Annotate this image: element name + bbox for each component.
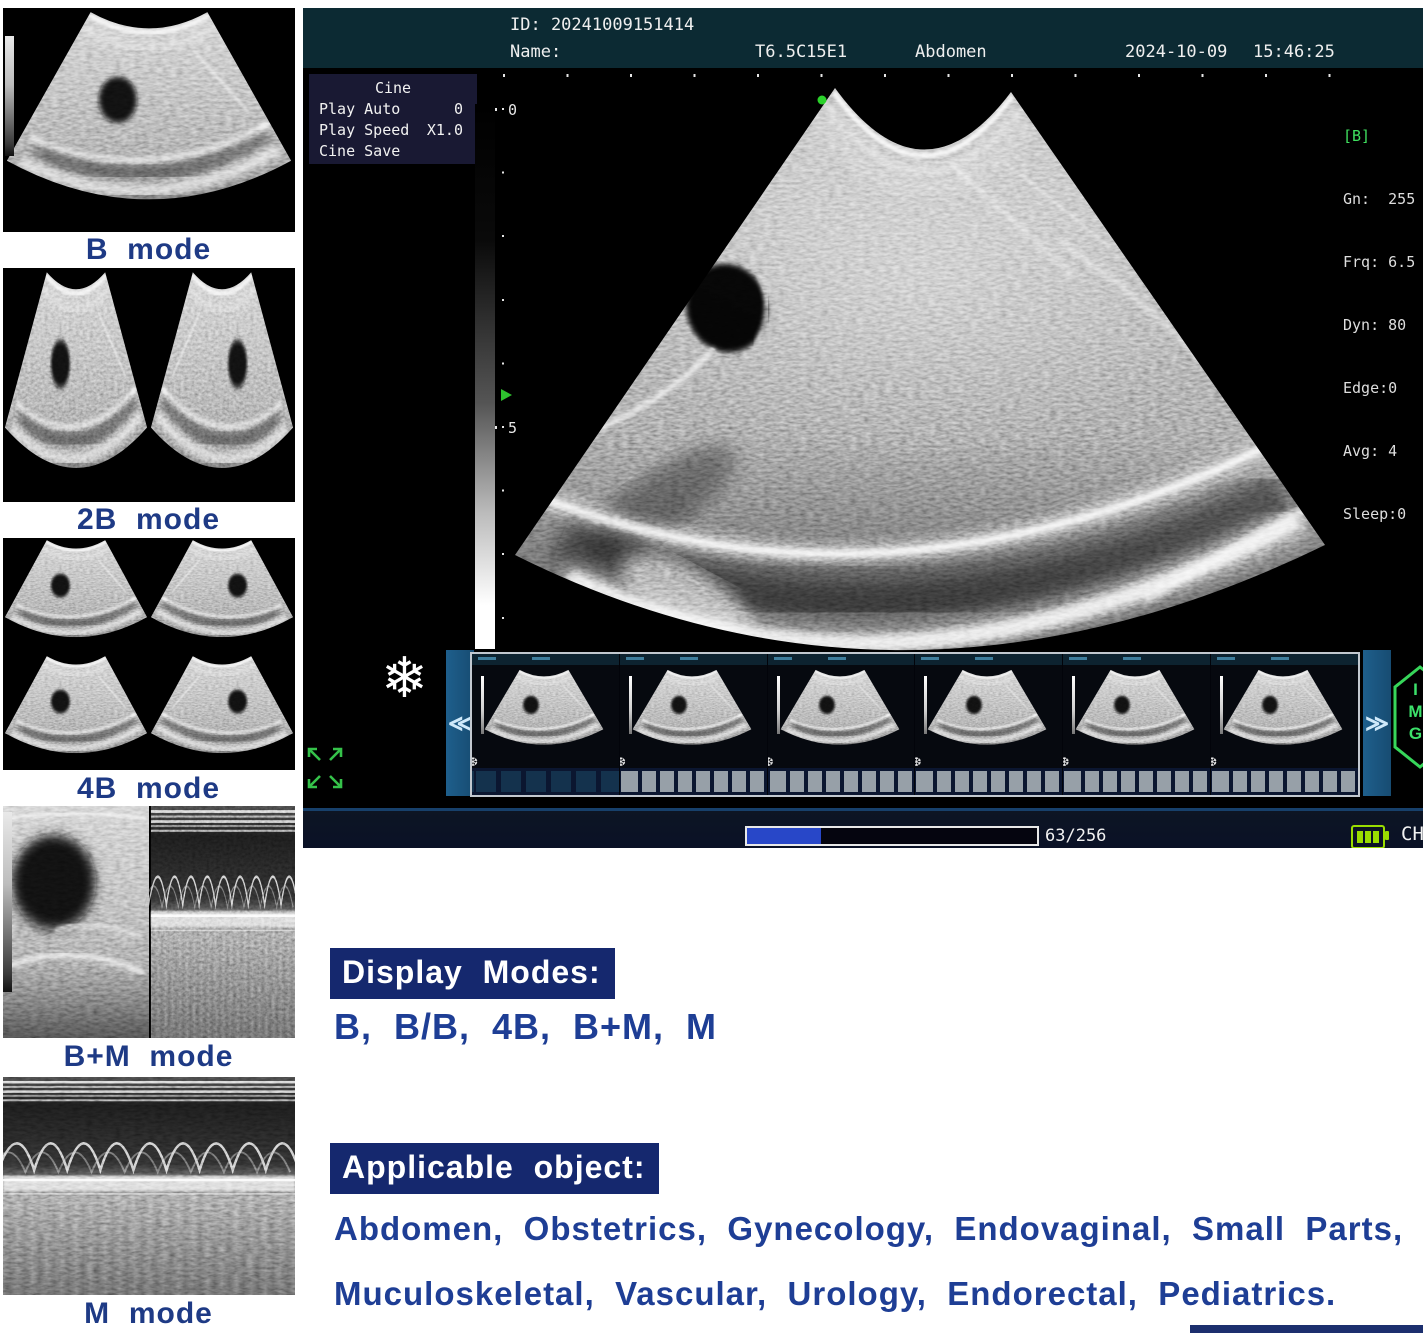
- status-bar: 63/256 CH: [303, 808, 1423, 848]
- cine-menu-title[interactable]: Cine: [309, 78, 477, 99]
- thumb-header: [472, 654, 619, 665]
- gallery-thumbnail-5[interactable]: ❆: [1063, 654, 1210, 795]
- applicable-object-line2: Muculoskeletal, Vascular, Urology, Endor…: [334, 1275, 1336, 1313]
- b-mode-scan-image: [500, 72, 1335, 662]
- battery-icon: [1351, 825, 1385, 848]
- frame-counter: 63/256: [1045, 826, 1106, 846]
- b-mode-label: B mode: [0, 233, 297, 267]
- gallery-thumbnail-1[interactable]: ❆: [472, 654, 619, 795]
- gallery-thumbnail-3[interactable]: ❆: [768, 654, 915, 795]
- param-frequency: Frq: 6.5: [1343, 252, 1423, 273]
- page: B mode 2B mode 4B mode B+M mode M mode I…: [0, 0, 1423, 1333]
- thumb-filmstrip: [472, 768, 619, 795]
- thumb-filmstrip: [915, 768, 1062, 795]
- b-plus-m-mode-thumbnail: [3, 806, 295, 1038]
- thumb-graybar: [1220, 676, 1223, 734]
- display-modes-title: Display Modes:: [330, 948, 615, 999]
- cine-play-speed[interactable]: Play Speed X1.0: [309, 120, 477, 141]
- thumb-filmstrip: [1063, 768, 1210, 795]
- snowflake-icon: ❆: [768, 755, 774, 769]
- img-badge-label[interactable]: IMG: [1407, 680, 1423, 746]
- grayscale-bar: [475, 104, 495, 649]
- param-average: Avg: 4: [1343, 441, 1423, 462]
- exam-date: 2024-10-09: [1125, 42, 1227, 62]
- thumb-graybar: [1072, 676, 1075, 734]
- gallery-next-button[interactable]: ≫: [1363, 650, 1391, 796]
- thumb-graybar: [777, 676, 780, 734]
- snowflake-icon: ❆: [620, 755, 626, 769]
- gallery-thumbnail-4[interactable]: ❆: [915, 654, 1062, 795]
- thumb-graybar: [481, 676, 484, 734]
- freeze-icon[interactable]: ❄: [381, 648, 428, 708]
- 2b-mode-label: 2B mode: [0, 503, 297, 537]
- thumb-filmstrip: [1211, 768, 1358, 795]
- mode-badge: [B]: [1343, 126, 1423, 147]
- snowflake-icon: ❆: [472, 755, 478, 769]
- screen-header: ID: 20241009151414 Name: T6.5C15E1 Abdom…: [303, 8, 1423, 68]
- thumb-header: [915, 654, 1062, 665]
- thumb-header: [620, 654, 767, 665]
- snowflake-icon: ❆: [1063, 755, 1069, 769]
- thumb-graybar: [629, 676, 632, 734]
- thumb-header: [1063, 654, 1210, 665]
- ultrasound-screen: ID: 20241009151414 Name: T6.5C15E1 Abdom…: [303, 8, 1423, 848]
- exam-preset: Abdomen: [915, 42, 987, 62]
- snowflake-icon: ❆: [915, 755, 921, 769]
- b-plus-m-mode-label: B+M mode: [0, 1040, 297, 1074]
- grayscale-bar: [5, 36, 14, 156]
- m-mode-thumbnail: [3, 1077, 295, 1295]
- cine-save[interactable]: Cine Save: [309, 141, 477, 162]
- thumb-filmstrip: [768, 768, 915, 795]
- expand-arrows-icon[interactable]: [305, 745, 345, 793]
- name-label: Name:: [510, 42, 561, 62]
- thumb-header: [768, 654, 915, 665]
- gallery-thumbnail-2[interactable]: ❆: [620, 654, 767, 795]
- probe-orientation-dot: [818, 96, 827, 105]
- thumb-filmstrip: [620, 768, 767, 795]
- thumb-header: [1211, 654, 1358, 665]
- channel-label: CH: [1401, 823, 1423, 845]
- 2b-mode-thumbnail: [3, 268, 295, 502]
- m-mode-label: M mode: [0, 1297, 297, 1331]
- b-mode-thumbnail: [3, 8, 295, 232]
- 4b-mode-thumbnail: [3, 538, 295, 770]
- cine-menu: Cine Play Auto 0 Play Speed X1.0 Cine Sa…: [309, 74, 477, 164]
- display-modes-value: B, B/B, 4B, B+M, M: [334, 1006, 717, 1048]
- imaging-params: [B] Gn: 255 Frq: 6.5 Dyn: 80 Edge:0 Avg:…: [1343, 84, 1423, 567]
- cine-progress-fill: [747, 828, 821, 844]
- decorative-corner-bar: [1190, 1325, 1423, 1333]
- param-sleep: Sleep:0: [1343, 504, 1423, 525]
- probe-model: T6.5C15E1: [755, 42, 847, 62]
- param-dynamic-range: Dyn: 80: [1343, 315, 1423, 336]
- gallery-thumbnail-6[interactable]: ❆: [1211, 654, 1358, 795]
- cine-progress-bar[interactable]: [745, 826, 1039, 846]
- grayscale-bar: [3, 812, 12, 992]
- thumb-graybar: [924, 676, 927, 734]
- gallery-thumbnail-strip: ❆ ❆ ❆ ❆: [470, 652, 1360, 797]
- patient-id: ID: 20241009151414: [510, 15, 694, 35]
- param-edge: Edge:0: [1343, 378, 1423, 399]
- applicable-object-line1: Abdomen, Obstetrics, Gynecology, Endovag…: [334, 1210, 1403, 1248]
- param-gain: Gn: 255: [1343, 189, 1423, 210]
- snowflake-icon: ❆: [1211, 755, 1217, 769]
- applicable-object-title: Applicable object:: [330, 1143, 659, 1194]
- exam-time: 15:46:25: [1253, 42, 1335, 62]
- cine-play-auto[interactable]: Play Auto 0: [309, 99, 477, 120]
- 4b-mode-label: 4B mode: [0, 772, 297, 806]
